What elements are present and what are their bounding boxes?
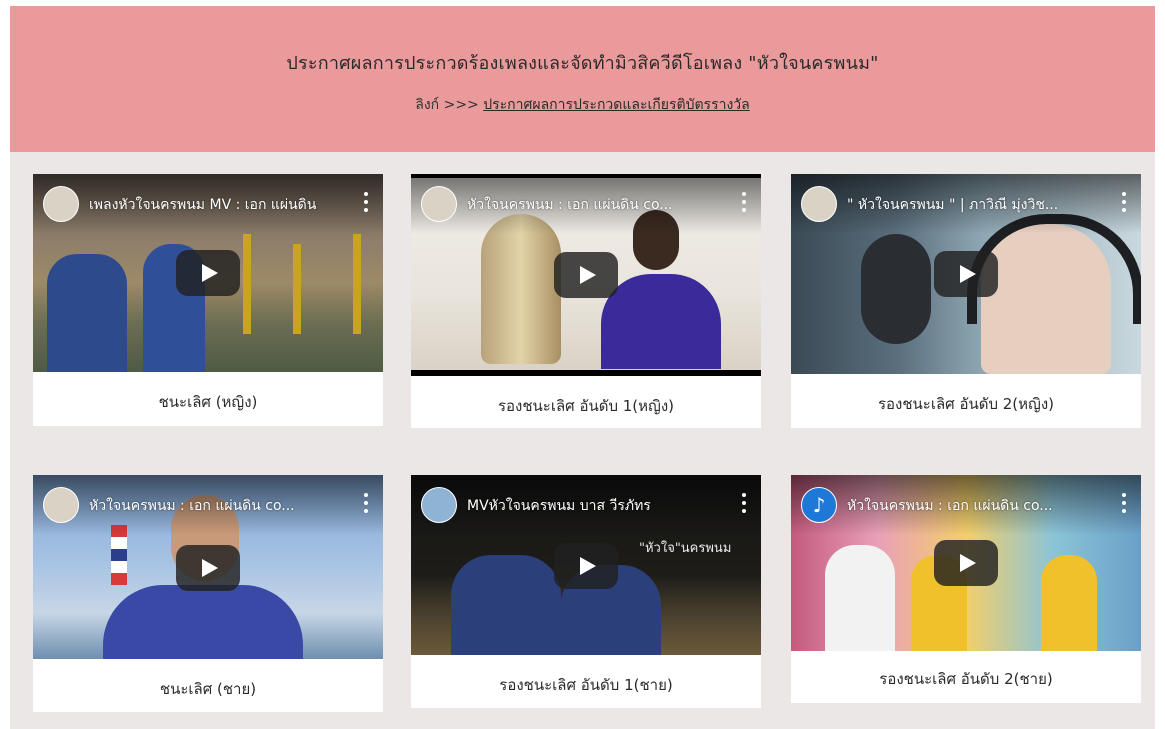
video-title[interactable]: หัวใจนครพนม : เอก แผ่นดิน co... [847, 495, 1101, 517]
play-icon[interactable] [554, 543, 618, 589]
thumbnail-overlay-text: "หัวใจ"นครพนม [639, 541, 732, 556]
banner-title: ประกาศผลการประกวดร้องเพลงและจัดทำมิวสิคว… [286, 53, 879, 74]
video-caption: รองชนะเลิศ อันดับ 1(ชาย) [499, 676, 673, 694]
more-options-icon[interactable] [741, 493, 747, 515]
video-caption: รองชนะเลิศ อันดับ 2(ชาย) [879, 670, 1053, 688]
play-icon[interactable] [176, 250, 240, 296]
video-title[interactable]: " หัวใจนครพนม " | ภาวิณี มุ่งวิช... [847, 194, 1101, 216]
more-options-icon[interactable] [363, 192, 369, 214]
video-card-6: ♪ หัวใจนครพนม : เอก แผ่นดิน co... รองชนะ… [791, 475, 1141, 703]
channel-avatar[interactable] [43, 487, 79, 523]
video-title[interactable]: หัวใจนครพนม : เอก แผ่นดิน co... [467, 194, 721, 216]
channel-avatar[interactable] [421, 487, 457, 523]
results-certificate-link[interactable]: ประกาศผลการประกวดและเกียรติบัตรรางวัล [483, 97, 750, 113]
thumbnail-figure [451, 555, 561, 655]
banner-link-row: ลิงก์ >>> ประกาศผลการประกวดและเกียรติบัต… [10, 94, 1155, 116]
thumbnail-figure [103, 585, 303, 659]
video-card-5: "หัวใจ"นครพนม MVหัวใจนครพนม บาส วีรภัทร … [411, 475, 761, 708]
channel-avatar[interactable] [43, 186, 79, 222]
video-thumbnail-6[interactable]: ♪ หัวใจนครพนม : เอก แผ่นดิน co... [791, 475, 1141, 651]
thumbnail-figure [825, 545, 895, 651]
link-prefix: ลิงก์ >>> [415, 97, 484, 113]
video-title[interactable]: หัวใจนครพนม : เอก แผ่นดิน co... [89, 495, 343, 517]
channel-avatar[interactable] [421, 186, 457, 222]
thumbnail-figure [1041, 555, 1097, 651]
video-thumbnail-2[interactable]: หัวใจนครพนม : เอก แผ่นดิน co... [411, 174, 761, 376]
video-thumbnail-4[interactable]: หัวใจนครพนม : เอก แผ่นดิน co... [33, 475, 383, 659]
play-icon[interactable] [934, 251, 998, 297]
video-caption: รองชนะเลิศ อันดับ 1(หญิง) [497, 397, 675, 415]
video-card-4: หัวใจนครพนม : เอก แผ่นดิน co... ชนะเลิศ … [33, 475, 383, 712]
thumbnail-pillar [293, 244, 301, 334]
video-caption: รองชนะเลิศ อันดับ 2(หญิง) [877, 395, 1055, 413]
play-icon[interactable] [554, 252, 618, 298]
results-banner: ประกาศผลการประกวดร้องเพลงและจัดทำมิวสิคว… [10, 6, 1155, 152]
thumbnail-figure [601, 274, 721, 369]
thumbnail-pillar [243, 234, 251, 334]
music-note-icon[interactable]: ♪ [801, 487, 837, 523]
thumbnail-figure [47, 254, 127, 372]
more-options-icon[interactable] [363, 493, 369, 515]
thumbnail-statue [481, 214, 561, 364]
video-caption: ชนะเลิศ (ชาย) [159, 680, 257, 698]
video-card-2: หัวใจนครพนม : เอก แผ่นดิน co... รองชนะเล… [411, 174, 761, 428]
video-thumbnail-5[interactable]: "หัวใจ"นครพนม MVหัวใจนครพนม บาส วีรภัทร [411, 475, 761, 655]
channel-avatar[interactable] [801, 186, 837, 222]
thumbnail-pillar [353, 234, 361, 334]
video-caption: ชนะเลิศ (หญิง) [158, 393, 258, 411]
video-title[interactable]: MVหัวใจนครพนม บาส วีรภัทร [467, 495, 721, 517]
video-title[interactable]: เพลงหัวใจนครพนม MV : เอก แผ่นดิน [89, 194, 343, 216]
video-thumbnail-3[interactable]: " หัวใจนครพนม " | ภาวิณี มุ่งวิช... [791, 174, 1141, 374]
video-card-3: " หัวใจนครพนม " | ภาวิณี มุ่งวิช... รองช… [791, 174, 1141, 428]
play-icon[interactable] [934, 540, 998, 586]
thumbnail-microphone [861, 234, 931, 344]
video-card-1: เพลงหัวใจนครพนม MV : เอก แผ่นดิน ชนะเลิศ… [33, 174, 383, 426]
video-thumbnail-1[interactable]: เพลงหัวใจนครพนม MV : เอก แผ่นดิน [33, 174, 383, 372]
more-options-icon[interactable] [1121, 192, 1127, 214]
more-options-icon[interactable] [741, 192, 747, 214]
more-options-icon[interactable] [1121, 493, 1127, 515]
play-icon[interactable] [176, 545, 240, 591]
